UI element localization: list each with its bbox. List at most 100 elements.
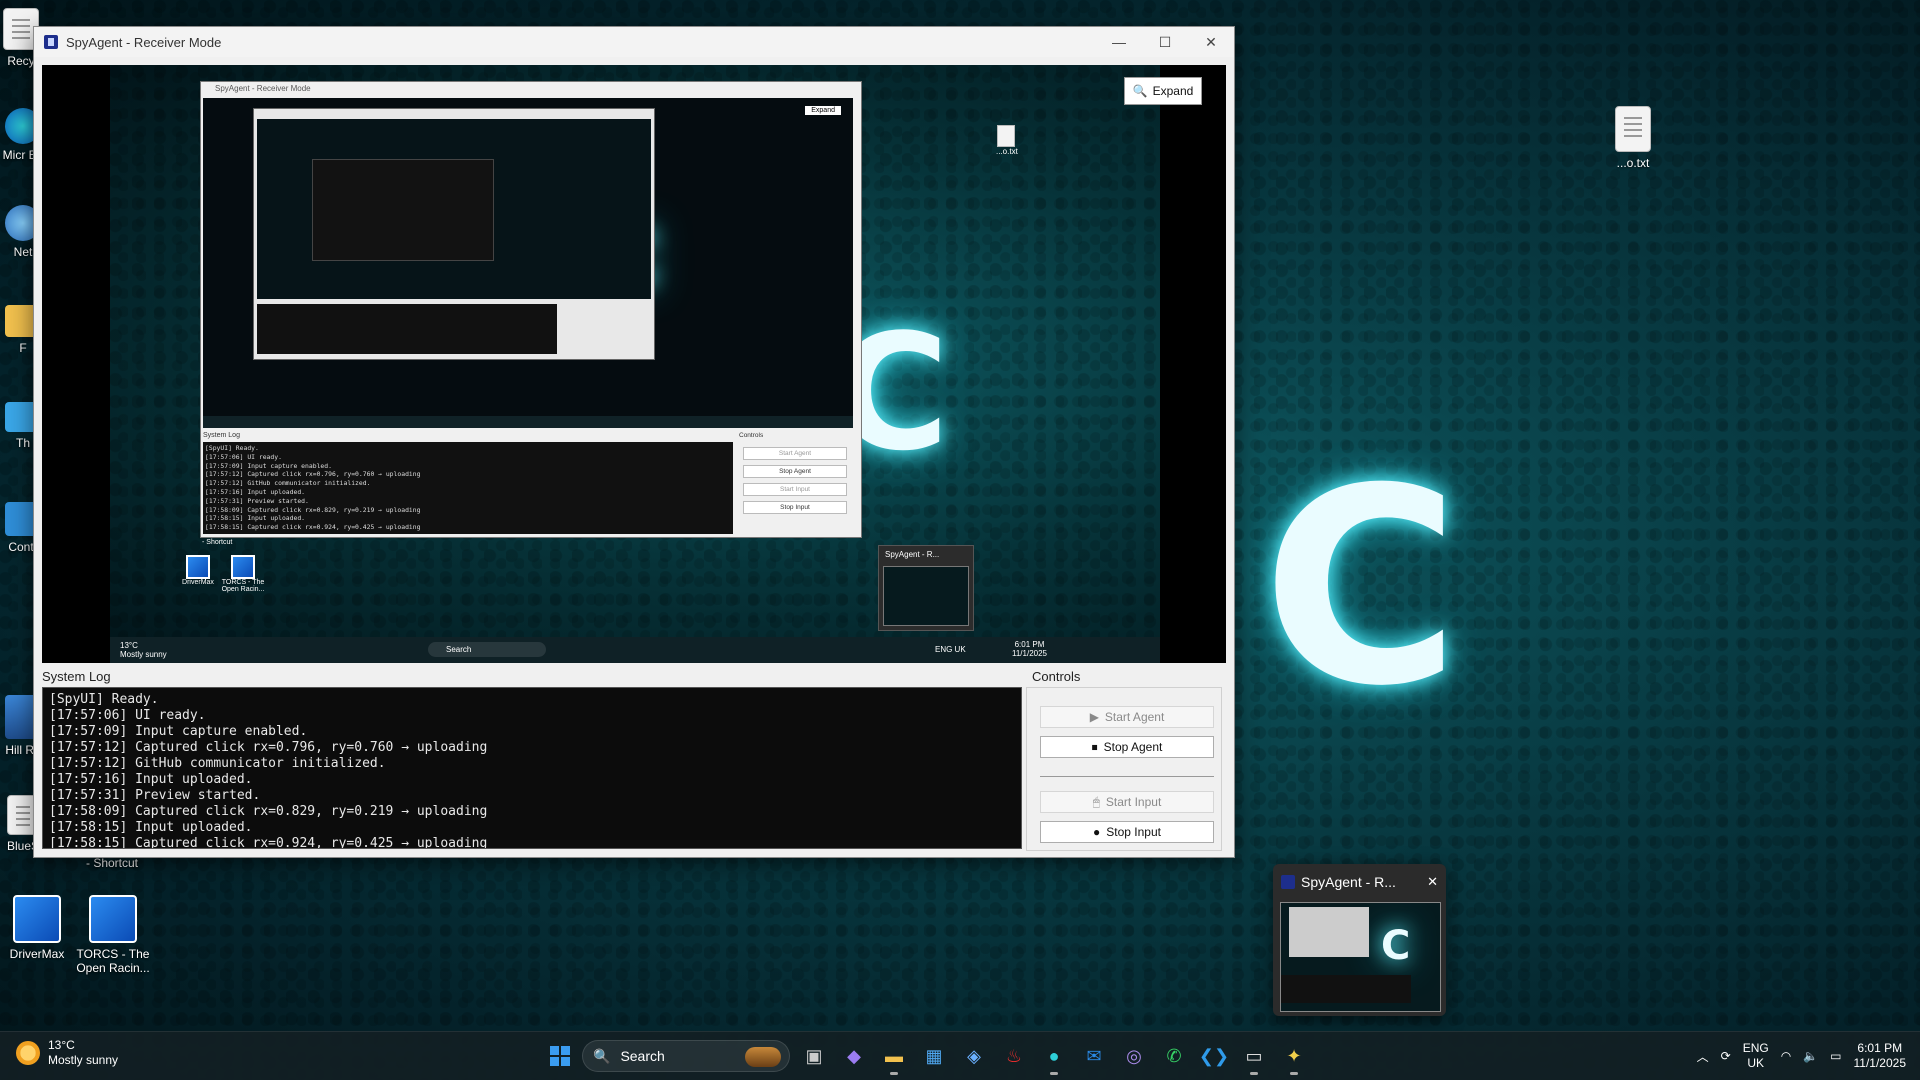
expand-label: Expand bbox=[1152, 84, 1194, 98]
battery-icon[interactable]: ▭ bbox=[1830, 1049, 1841, 1063]
torcs-icon bbox=[89, 895, 137, 943]
thumbnail-title: SpyAgent - R... bbox=[1301, 874, 1396, 890]
remote-clock: 6:01 PM 11/1/2025 bbox=[1012, 640, 1047, 658]
nested-controls: Controls Start Agent Stop Agent Start In… bbox=[739, 432, 851, 532]
nested-stop-input-button[interactable]: Stop Input bbox=[743, 501, 847, 514]
search-icon: 🔍 bbox=[593, 1047, 611, 1064]
thumbnail-mini-log bbox=[1281, 975, 1411, 1003]
log-line: [17:57:12] GitHub communicator initializ… bbox=[49, 756, 386, 771]
nested-deeper-log bbox=[257, 304, 557, 354]
search-placeholder: Search bbox=[620, 1048, 665, 1064]
python-icon[interactable]: ✦ bbox=[1278, 1040, 1310, 1075]
nested-log-line: [17:57:12] Captured click rx=0.796, ry=0… bbox=[205, 470, 421, 479]
log-line: [17:57:06] UI ready. bbox=[49, 708, 206, 723]
remote-desktop[interactable]: C C ...o.txt SpyAgent - Receiver Mode C … bbox=[110, 65, 1160, 663]
log-line: [17:57:31] Preview started. bbox=[49, 788, 261, 803]
controls-frame: ▶ Start Agent ⏹ Stop Agent 🖱 Start Input… bbox=[1026, 687, 1222, 851]
remote-icon-torcs[interactable]: TORCS - The Open Racin... bbox=[220, 555, 266, 593]
remote-lang: ENG UK bbox=[935, 645, 966, 654]
spyagent-app-icon bbox=[44, 35, 58, 49]
nested-start-agent-button[interactable]: Start Agent bbox=[743, 447, 847, 460]
system-log-label: System Log bbox=[42, 669, 111, 684]
nested-controls-label: Controls bbox=[739, 432, 764, 439]
start-input-button[interactable]: 🖱 Start Input bbox=[1040, 791, 1214, 813]
bt-icon[interactable]: ◎ bbox=[1118, 1040, 1150, 1072]
whatsapp-icon[interactable]: ✆ bbox=[1158, 1040, 1190, 1072]
chevron-up-icon[interactable]: ︿ bbox=[1697, 1048, 1709, 1065]
remote-taskbar: 13°C Mostly sunny Search ENG UK 6:01 PM … bbox=[110, 637, 1160, 663]
controls-panel: Controls ▶ Start Agent ⏹ Stop Agent 🖱 St… bbox=[1022, 669, 1226, 851]
desktop-icon-torcs[interactable]: TORCS - The Open Racin... bbox=[68, 895, 158, 975]
maximize-button[interactable]: ☐ bbox=[1142, 27, 1188, 57]
remote-search-box[interactable]: Search bbox=[428, 642, 546, 657]
edge-icon[interactable]: ● bbox=[1038, 1040, 1070, 1075]
nested-system-log: System Log [SpyUI] Ready. [17:57:06] UI … bbox=[203, 432, 733, 534]
controls-label: Controls bbox=[1032, 669, 1081, 684]
close-button[interactable]: ✕ bbox=[1188, 27, 1234, 57]
expand-button[interactable]: 🔍 Expand bbox=[1124, 77, 1202, 105]
photos-icon[interactable]: ◈ bbox=[958, 1040, 990, 1072]
stop-input-button[interactable]: ● Stop Input bbox=[1040, 821, 1214, 843]
nested-log-line: [17:57:31] Preview started. bbox=[205, 496, 309, 505]
terminal-icon[interactable]: ▭ bbox=[1238, 1040, 1270, 1075]
santander-icon[interactable]: ♨ bbox=[998, 1040, 1030, 1072]
language-indicator[interactable]: ENG UK bbox=[1743, 1041, 1769, 1071]
clock[interactable]: 6:01 PM 11/1/2025 bbox=[1854, 1041, 1907, 1071]
desktop-icon-text-file[interactable]: ...o.txt bbox=[1588, 106, 1678, 170]
taskbar-search[interactable]: 🔍 Search bbox=[582, 1040, 790, 1072]
nested-log-line: [SpyUI] Ready. bbox=[205, 444, 259, 452]
minimize-button[interactable]: — bbox=[1096, 27, 1142, 57]
file-explorer-icon[interactable]: ▬ bbox=[878, 1040, 910, 1075]
log-line: [17:58:09] Captured click rx=0.829, ry=0… bbox=[49, 804, 488, 819]
outlook-icon[interactable]: ✉ bbox=[1078, 1040, 1110, 1072]
mouse-icon: 🖱 bbox=[1092, 794, 1100, 809]
torcs-icon bbox=[231, 555, 255, 579]
sync-icon[interactable]: ⟳ bbox=[1721, 1049, 1731, 1063]
log-line: [17:57:09] Input capture enabled. bbox=[49, 724, 308, 739]
stop-agent-button[interactable]: ⏹ Stop Agent bbox=[1040, 736, 1214, 758]
nested-stop-agent-button[interactable]: Stop Agent bbox=[743, 465, 847, 478]
nested-start-input-button[interactable]: Start Input bbox=[743, 483, 847, 496]
wallpaper-letter: C bbox=[1262, 430, 1461, 745]
sun-icon bbox=[16, 1041, 40, 1065]
nested-log-line: [17:57:12] GitHub communicator initializ… bbox=[205, 479, 371, 488]
nested-system-log-label: System Log bbox=[203, 432, 240, 439]
system-log-box[interactable]: [SpyUI] Ready. [17:57:06] UI ready. [17:… bbox=[42, 687, 1022, 849]
wifi-icon[interactable]: ◠ bbox=[1781, 1049, 1791, 1063]
remote-preview[interactable]: C C ...o.txt SpyAgent - Receiver Mode C … bbox=[42, 65, 1226, 663]
window-title: SpyAgent - Receiver Mode bbox=[66, 34, 222, 50]
log-line: [SpyUI] Ready. bbox=[49, 692, 159, 707]
remote-text-file-icon[interactable]: ...o.txt bbox=[996, 125, 1018, 156]
spyagent-app-icon bbox=[1281, 875, 1295, 889]
nested-expand-button[interactable]: Expand bbox=[805, 106, 841, 115]
nested-log-line: [17:57:16] Input uploaded. bbox=[205, 487, 306, 496]
search-highlight-icon bbox=[745, 1047, 781, 1067]
nested-log-line: [17:58:09] Captured click rx=0.829, ry=0… bbox=[205, 505, 421, 514]
shortcut-caption: - Shortcut bbox=[86, 856, 139, 870]
volume-icon[interactable]: 🔈 bbox=[1803, 1049, 1818, 1063]
window-titlebar[interactable]: SpyAgent - Receiver Mode — ☐ ✕ bbox=[34, 27, 1234, 57]
nested-screen: C Expand bbox=[203, 98, 853, 428]
thumbnail-close-button[interactable]: ✕ bbox=[1427, 874, 1438, 890]
thumbnail-header: SpyAgent - R... ✕ bbox=[1273, 864, 1446, 900]
nested-deeper-screen bbox=[257, 119, 651, 299]
record-icon: ● bbox=[1093, 825, 1101, 839]
weather-widget[interactable]: 13°C Mostly sunny bbox=[16, 1038, 118, 1068]
stop-icon: ⏹ bbox=[1091, 739, 1098, 754]
task-view-icon[interactable]: ▣ bbox=[798, 1040, 830, 1072]
remote-icon-drivermax[interactable]: DriverMax bbox=[180, 555, 216, 586]
store-icon[interactable]: ▦ bbox=[918, 1040, 950, 1072]
log-line: [17:57:16] Input uploaded. bbox=[49, 772, 253, 787]
thumbnail-preview[interactable]: C bbox=[1280, 902, 1441, 1012]
remote-thumbnail-popup[interactable]: SpyAgent - R... bbox=[878, 545, 974, 631]
log-line: [17:57:12] Captured click rx=0.796, ry=0… bbox=[49, 740, 488, 755]
taskbar-thumbnail-popup[interactable]: SpyAgent - R... ✕ C bbox=[1273, 864, 1446, 1016]
start-agent-button[interactable]: ▶ Start Agent bbox=[1040, 706, 1214, 728]
log-line: [17:58:15] Input uploaded. bbox=[49, 820, 253, 835]
nested-window[interactable]: SpyAgent - Receiver Mode C Expand bbox=[200, 81, 862, 538]
vscode-icon[interactable]: ❮❯ bbox=[1198, 1040, 1230, 1072]
start-button[interactable] bbox=[546, 1042, 574, 1070]
drivermax-icon bbox=[13, 895, 61, 943]
copilot-icon[interactable]: ◆ bbox=[838, 1040, 870, 1072]
nested-log-line: [17:58:15] Input uploaded. bbox=[205, 514, 306, 523]
